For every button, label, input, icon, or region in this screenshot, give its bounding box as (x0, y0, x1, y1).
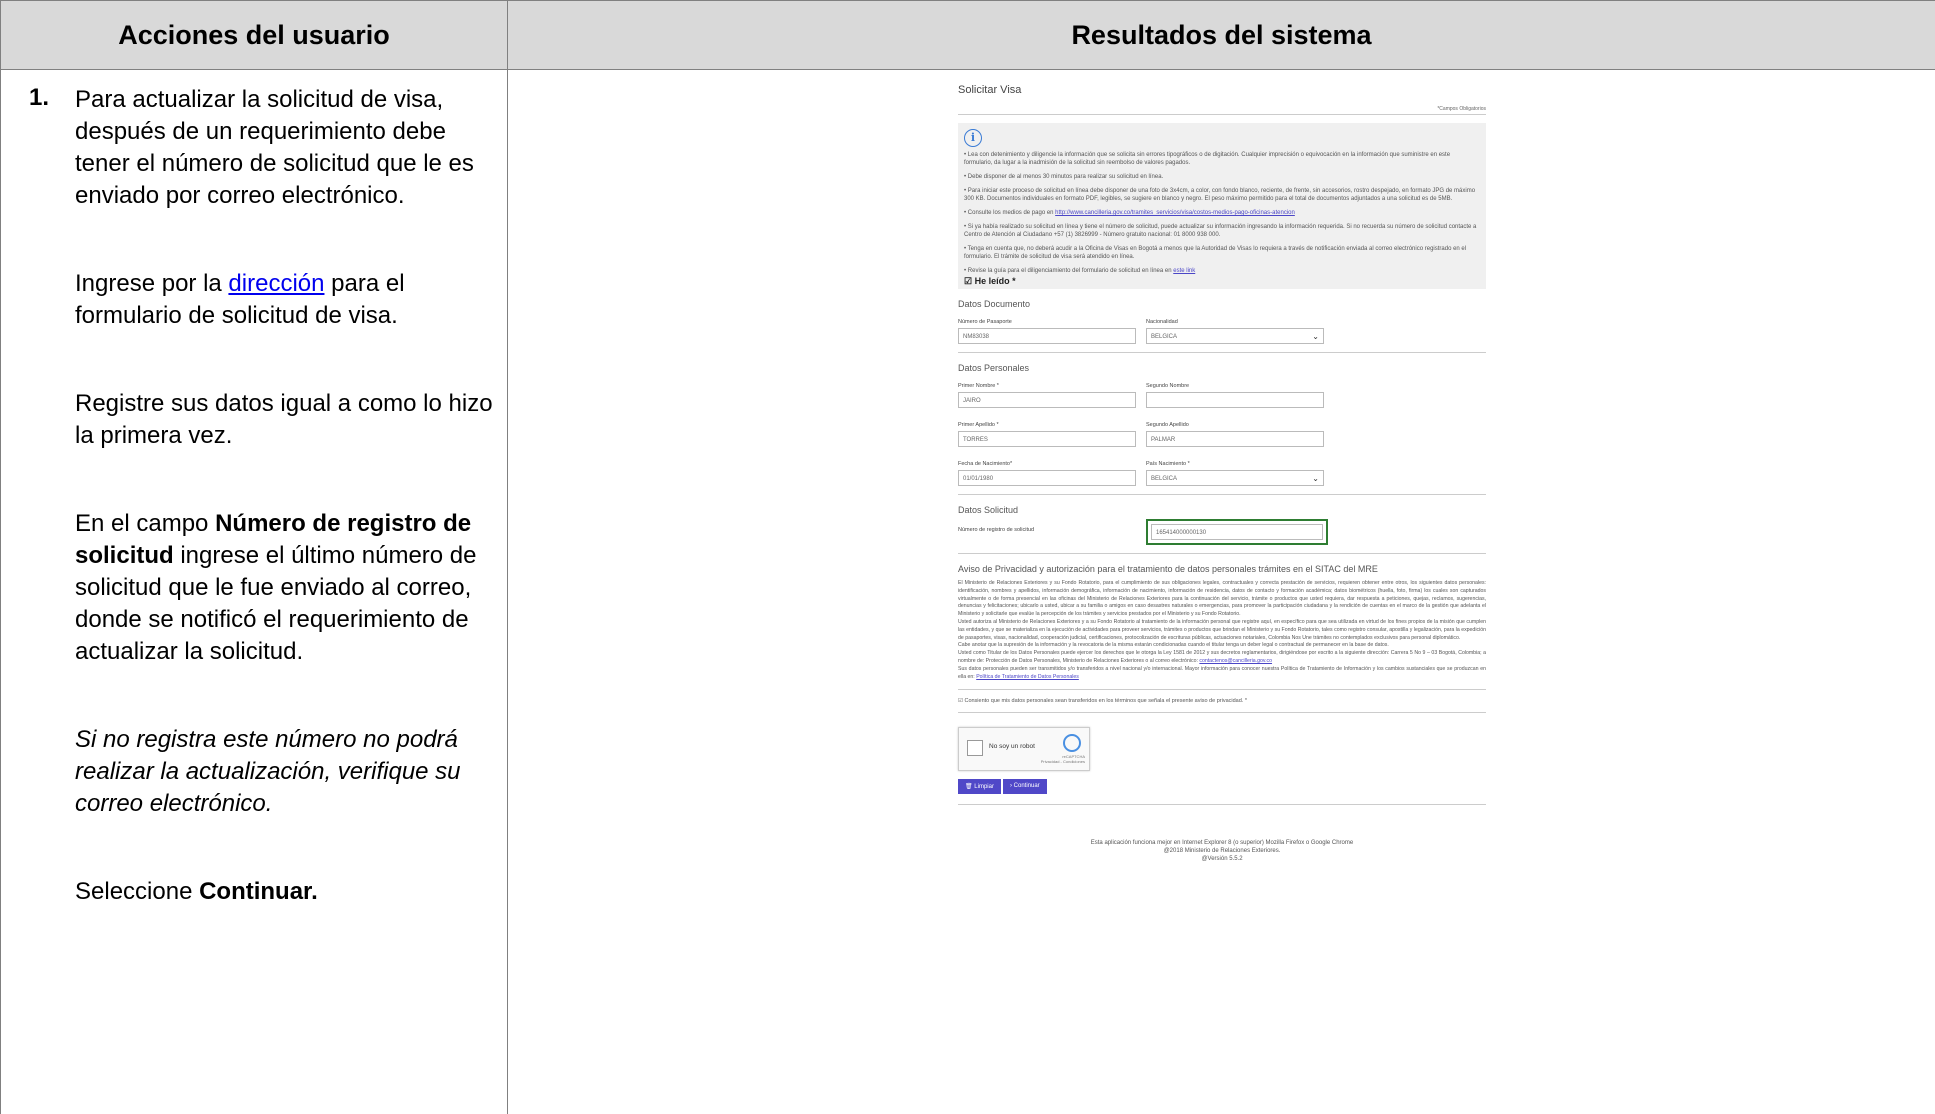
address-link[interactable]: dirección (228, 270, 324, 297)
privacy-text: El Ministerio de Relaciones Exteriores y… (958, 580, 1486, 681)
user-actions-cell: 1. Para actualizar la solicitud de visa,… (1, 70, 508, 1114)
birth-country-select[interactable]: BELGICA⌄ (1146, 470, 1324, 486)
first-name-input[interactable]: JAIRO (958, 392, 1136, 408)
info-icon: i (964, 129, 982, 147)
section-documento: Datos Documento (958, 299, 1486, 309)
recaptcha-widget[interactable]: No soy un robot reCAPTCHAPrivacidad - Co… (958, 727, 1090, 771)
form-title: Solicitar Visa (958, 84, 1486, 96)
birth-date-input[interactable]: 01/01/1980 (958, 470, 1136, 486)
consent-checkbox[interactable]: ☑ Consiento que mis datos personales sea… (958, 698, 1486, 704)
privacy-policy-link[interactable]: Política de Tratamiento de Datos Persona… (976, 674, 1079, 680)
captcha-checkbox[interactable] (967, 740, 983, 756)
instruction-register: Registre sus datos igual a como lo hizo … (75, 388, 495, 452)
instruction-request-number: En el campo Número de registro de solici… (75, 508, 495, 668)
form-footer: Esta aplicación funciona mejor en Intern… (958, 839, 1486, 863)
section-solicitud: Datos Solicitud (958, 505, 1486, 515)
chevron-down-icon: ⌄ (1312, 329, 1319, 345)
passport-input[interactable]: NM83038 (958, 328, 1136, 344)
instruction-continue: Seleccione Continuar. (75, 876, 495, 908)
guide-link[interactable]: este link (1173, 268, 1195, 274)
header-user-actions: Acciones del usuario (1, 1, 508, 70)
second-name-input[interactable] (1146, 392, 1324, 408)
second-surname-input[interactable]: PALMAR (1146, 431, 1324, 447)
payment-link[interactable]: http://www.cancilleria.gov.co/tramites_s… (1055, 210, 1295, 216)
instruction-intro: Para actualizar la solicitud de visa, de… (75, 84, 495, 212)
he-leido-checkbox[interactable]: ☑ He leído * (964, 277, 1480, 285)
required-note: *Campos Obligatorios (1437, 106, 1486, 112)
instruction-address: Ingrese por la dirección para el formula… (75, 268, 495, 332)
recaptcha-icon (1063, 734, 1081, 752)
privacy-title: Aviso de Privacidad y autorización para … (958, 564, 1486, 574)
continue-button[interactable]: › Continuar (1003, 779, 1047, 794)
visa-form-screenshot: Solicitar Visa *Campos Obligatorios i • … (958, 84, 1486, 863)
privacy-email-link[interactable]: contactenos@cancilleria.gov.co (1199, 658, 1272, 664)
info-box: i • Lea con detenimiento y diligencie la… (958, 123, 1486, 289)
chevron-down-icon: ⌄ (1312, 471, 1319, 487)
instruction-warning: Si no registra este número no podrá real… (75, 724, 495, 820)
clear-button[interactable]: 🗑 Limpiar (958, 779, 1001, 794)
nationality-select[interactable]: BELGICA⌄ (1146, 328, 1324, 344)
first-surname-input[interactable]: TORRES (958, 431, 1136, 447)
step-number: 1. (29, 84, 49, 112)
step-instructions: Para actualizar la solicitud de visa, de… (75, 84, 495, 964)
header-system-results: Resultados del sistema (508, 1, 1935, 70)
browser-icons: Mozilla Firefox o Google Chrome (1266, 840, 1354, 846)
section-personales: Datos Personales (958, 363, 1486, 373)
request-number-input[interactable]: 165414000000130 (1151, 524, 1323, 540)
request-number-highlight: 165414000000130 (1146, 519, 1328, 545)
